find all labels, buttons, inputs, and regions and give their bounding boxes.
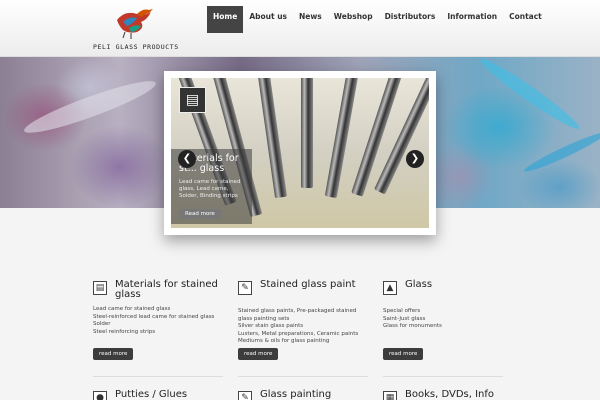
chevron-left-icon[interactable]: ❮ xyxy=(178,150,196,168)
divider xyxy=(93,376,223,377)
category-item[interactable]: Mediums & oils for glass painting xyxy=(238,338,368,346)
category-materials: ▤ Materials for stained glass Lead came … xyxy=(93,280,223,336)
main-nav: Home About us News Webshop Distributors … xyxy=(207,6,548,33)
category-item[interactable]: Stained glass paints, Pre-packaged stain… xyxy=(238,308,368,323)
hero-decoration xyxy=(522,128,600,176)
category-item[interactable]: Silver stain glass paints xyxy=(238,323,368,331)
hero-decoration xyxy=(476,57,584,135)
paint-icon: ✎ xyxy=(238,281,252,295)
putty-icon: ● xyxy=(93,391,107,400)
brush-icon: ✎ xyxy=(238,391,252,400)
site-logo[interactable]: PELI GLASS PRODUCTS xyxy=(93,6,178,54)
site-header: PELI GLASS PRODUCTS Home About us News W… xyxy=(0,0,600,57)
nav-home[interactable]: Home xyxy=(207,6,244,33)
lead-came-rod xyxy=(351,78,403,197)
category-title[interactable]: Glass xyxy=(405,280,432,290)
nav-information[interactable]: Information xyxy=(441,6,503,33)
nav-news[interactable]: News xyxy=(293,6,328,33)
stained-glass-icon: ▤ xyxy=(179,87,206,113)
category-item[interactable]: Solder xyxy=(93,321,223,329)
glass-icon: ▲ xyxy=(383,281,397,295)
nav-contact[interactable]: Contact xyxy=(503,6,548,33)
category-item[interactable]: Steel-reinforced lead came for stained g… xyxy=(93,314,223,322)
stained-glass-icon: ▤ xyxy=(93,281,107,295)
divider xyxy=(383,376,503,377)
slide-read-more-button[interactable]: Read more xyxy=(179,209,221,219)
category-books: ▦ Books, DVDs, Info xyxy=(383,390,513,400)
category-title[interactable]: Materials for stained glass xyxy=(115,280,223,300)
category-item[interactable]: Lead came for stained glass xyxy=(93,306,223,314)
brand-name: PELI GLASS PRODUCTS xyxy=(93,43,179,51)
slide-image: ▤ Materials for st... glass Lead came fo… xyxy=(171,78,429,228)
lead-came-rod xyxy=(301,78,313,188)
read-more-button[interactable]: read more xyxy=(93,348,134,360)
lead-came-rod xyxy=(257,78,287,199)
hero-decoration xyxy=(20,73,160,141)
category-title[interactable]: Stained glass paint xyxy=(260,280,356,290)
category-item[interactable]: Lusters, Metal preparations, Ceramic pai… xyxy=(238,331,368,339)
category-putties: ● Putties / Glues xyxy=(93,390,223,400)
nav-distributors[interactable]: Distributors xyxy=(379,6,442,33)
read-more-button[interactable]: read more xyxy=(238,348,279,360)
category-paint: ✎ Stained glass paint Stained glass pain… xyxy=(238,280,368,346)
category-item[interactable]: Special offers xyxy=(383,308,513,316)
nav-about-us[interactable]: About us xyxy=(243,6,293,33)
nav-webshop[interactable]: Webshop xyxy=(328,6,379,33)
category-glass-painting: ✎ Glass painting xyxy=(238,390,368,400)
category-glass: ▲ Glass Special offers Saint-Just glass … xyxy=(383,280,513,331)
read-more-button[interactable]: read more xyxy=(383,348,424,360)
category-item[interactable]: Saint-Just glass xyxy=(383,316,513,324)
slide-caption-text: Lead came for stained glass, Lead came, … xyxy=(179,179,241,199)
lead-came-rod xyxy=(324,78,360,199)
chevron-right-icon[interactable]: ❯ xyxy=(406,150,424,168)
divider xyxy=(238,376,368,377)
category-item[interactable]: Steel reinforcing strips xyxy=(93,329,223,337)
category-title[interactable]: Glass painting xyxy=(260,390,331,400)
pelican-logo-icon xyxy=(117,9,153,39)
category-title[interactable]: Putties / Glues xyxy=(115,390,187,400)
category-item[interactable]: Glass for monuments xyxy=(383,323,513,331)
book-icon: ▦ xyxy=(383,391,397,400)
image-slider: ▤ Materials for st... glass Lead came fo… xyxy=(164,71,436,235)
category-title[interactable]: Books, DVDs, Info xyxy=(405,390,494,400)
